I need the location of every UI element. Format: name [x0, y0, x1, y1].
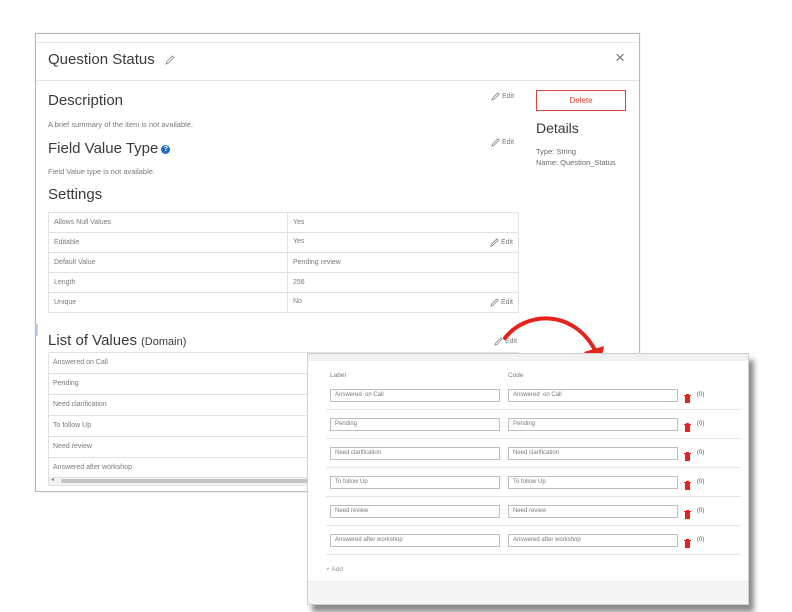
table-row: (0): [326, 527, 741, 555]
settings-row: Unique No Edit: [48, 292, 519, 313]
settings-value-text: Pending review: [293, 259, 341, 266]
table-row: (0): [326, 382, 741, 410]
usage-count: (0): [697, 392, 705, 398]
pencil-icon: [490, 238, 499, 247]
description-title: Description: [48, 92, 124, 109]
trash-icon[interactable]: [684, 506, 691, 524]
close-icon[interactable]: ×: [615, 49, 625, 66]
description-edit-button[interactable]: Edit: [491, 92, 514, 101]
usage-count: (0): [697, 479, 705, 485]
code-input[interactable]: [508, 534, 678, 547]
label-input[interactable]: [330, 389, 500, 402]
settings-label: Length: [48, 272, 288, 293]
pencil-icon[interactable]: [165, 52, 175, 70]
code-input[interactable]: [508, 505, 678, 518]
edit-label: Edit: [502, 93, 515, 100]
settings-value: No Edit: [287, 292, 519, 313]
trash-icon[interactable]: [684, 390, 691, 408]
zoom-top-bar: [308, 354, 748, 361]
code-input[interactable]: [508, 476, 678, 489]
panel-top-divider: [36, 42, 639, 43]
add-value-button[interactable]: + Add: [326, 566, 343, 573]
trash-icon[interactable]: [684, 477, 691, 495]
usage-count: (0): [697, 508, 705, 514]
domain-edit-button[interactable]: Edit: [494, 337, 517, 346]
settings-table: Allows Null Values Yes Editable Yes Edit…: [48, 212, 519, 313]
label-input[interactable]: [330, 447, 500, 460]
label-input[interactable]: [330, 476, 500, 489]
field-value-type-text: Field Value type is not available.: [48, 167, 156, 176]
code-column-header: Code: [508, 372, 524, 379]
description-text: A brief summary of the item is not avail…: [48, 120, 194, 129]
settings-label: Allows Null Values: [48, 212, 288, 233]
settings-row: Allows Null Values Yes: [48, 212, 519, 233]
label-input[interactable]: [330, 505, 500, 518]
zoom-footer: [308, 581, 748, 604]
edit-label: Edit: [500, 299, 513, 306]
page-title: Question Status: [48, 51, 155, 68]
settings-value: Yes Edit: [287, 232, 519, 253]
edit-label: Edit: [500, 239, 513, 246]
scroll-indicator: [36, 324, 38, 336]
field-value-type-title: Field Value Type?: [48, 140, 171, 157]
settings-value-text: 256: [293, 279, 305, 286]
delete-button[interactable]: Delete: [536, 90, 626, 111]
trash-icon[interactable]: [684, 419, 691, 437]
pencil-icon: [491, 138, 500, 147]
settings-value: 256: [287, 272, 519, 293]
help-icon[interactable]: ?: [161, 144, 171, 154]
settings-value: Yes: [287, 212, 519, 233]
editable-edit-button[interactable]: Edit: [490, 238, 513, 247]
details-title: Details: [536, 120, 579, 136]
label-input[interactable]: [330, 534, 500, 547]
details-type: Type: String: [536, 147, 577, 156]
table-row: (0): [326, 498, 741, 526]
label-input[interactable]: [330, 418, 500, 431]
settings-label: Unique: [48, 292, 288, 313]
settings-title: Settings: [48, 186, 103, 203]
code-input[interactable]: [508, 418, 678, 431]
domain-title-label: List of Values: [48, 332, 137, 349]
edit-label: Edit: [502, 139, 515, 146]
table-row: (0): [326, 440, 741, 468]
field-value-type-label: Field Value Type: [48, 140, 159, 157]
settings-label: Editable: [48, 232, 288, 253]
domain-editor-zoom: Label Code (0) (0) (0) (0) (0) (0) + Add: [307, 353, 749, 605]
trash-icon[interactable]: [684, 535, 691, 553]
settings-value-text: Yes: [293, 219, 305, 226]
usage-count: (0): [697, 537, 705, 543]
scroll-left-icon[interactable]: ◂: [51, 476, 54, 483]
settings-row: Default Value Pending review: [48, 252, 519, 273]
settings-value-text: Yes: [293, 238, 305, 245]
pencil-icon: [491, 92, 500, 101]
settings-label: Default Value: [48, 252, 288, 273]
unique-edit-button[interactable]: Edit: [490, 298, 513, 307]
usage-count: (0): [697, 450, 705, 456]
settings-value-text: No: [293, 298, 302, 305]
field-value-type-edit-button[interactable]: Edit: [491, 138, 514, 147]
edit-label: Edit: [505, 338, 518, 345]
pencil-icon: [494, 337, 503, 346]
settings-value: Pending review: [287, 252, 519, 273]
domain-subtitle: (Domain): [141, 336, 187, 348]
table-row: (0): [326, 411, 741, 439]
code-input[interactable]: [508, 389, 678, 402]
settings-row: Editable Yes Edit: [48, 232, 519, 253]
pencil-icon: [490, 298, 499, 307]
details-name: Name: Question_Status: [536, 158, 616, 167]
label-column-header: Label: [330, 372, 346, 379]
settings-row: Length 256: [48, 272, 519, 293]
header-divider: [36, 80, 639, 81]
table-row: (0): [326, 469, 741, 497]
trash-icon[interactable]: [684, 448, 691, 466]
domain-title: List of Values (Domain): [48, 332, 186, 349]
code-input[interactable]: [508, 447, 678, 460]
usage-count: (0): [697, 421, 705, 427]
